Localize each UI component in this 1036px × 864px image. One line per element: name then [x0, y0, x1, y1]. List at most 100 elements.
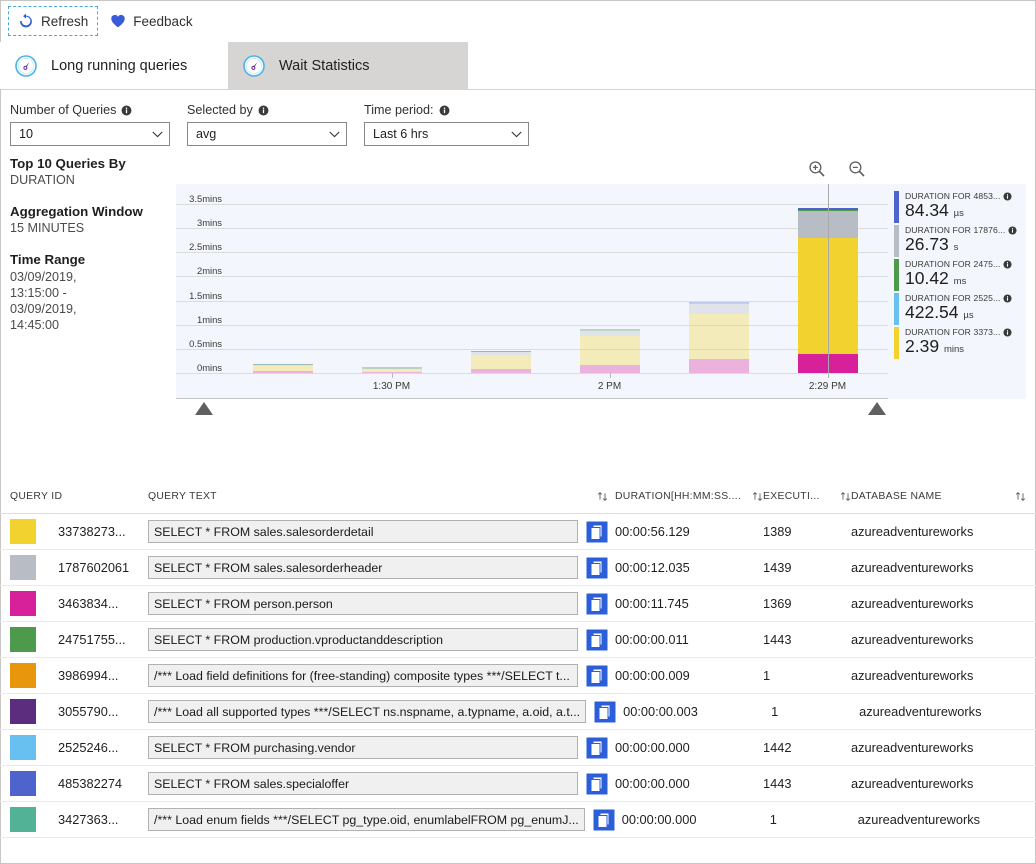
table-row[interactable]: 2525246... SELECT * FROM purchasing.vendo… [0, 730, 1036, 766]
copy-icon[interactable] [593, 809, 615, 831]
query-text-box[interactable]: /*** Load field definitions for (free-st… [148, 664, 578, 687]
cell-duration: 00:00:00.011 [615, 632, 689, 647]
row-color-swatch [10, 519, 36, 544]
table-row[interactable]: 3986994... /*** Load field definitions fo… [0, 658, 1036, 694]
copy-icon[interactable] [586, 521, 608, 543]
legend-value-unit: µs [963, 310, 974, 321]
sort-icon[interactable] [597, 491, 608, 502]
cell-database-name: azureadventureworks [851, 740, 974, 755]
y-axis-tick-label: 0mins [196, 362, 222, 373]
query-text-box[interactable]: /*** Load enum fields ***/SELECT pg_type… [148, 808, 585, 831]
chart-bar[interactable] [579, 329, 640, 373]
chart-plot-area[interactable]: 0mins 0.5mins 1mins 1.5mins 2mins 2.5mins 3min… [176, 184, 888, 399]
row-color-cell [10, 699, 58, 724]
time-range-line2: 13:15:00 - [10, 286, 67, 300]
column-header-query-text[interactable]: QUERY TEXT [148, 491, 608, 502]
chart-title: Top 10 Queries By [10, 156, 126, 171]
legend-value-unit: s [953, 242, 959, 253]
column-label: EXECUTI... [763, 491, 820, 502]
info-icon[interactable] [1003, 327, 1012, 337]
cell-query-id: 3463834... [58, 596, 119, 611]
chart-hover-line [827, 184, 829, 373]
cell-executions: 1442 [763, 740, 792, 755]
query-text-box[interactable]: SELECT * FROM sales.salesorderdetail [148, 520, 578, 543]
legend-item[interactable]: DURATION FOR 4853... 84.34 µs [888, 190, 1026, 224]
chart-bar-segment [688, 359, 749, 373]
column-header-database-name[interactable]: DATABASE NAME [851, 491, 1026, 502]
copy-icon[interactable] [586, 593, 608, 615]
query-text-box[interactable]: SELECT * FROM purchasing.vendor [148, 736, 578, 759]
cell-query-text: SELECT * FROM purchasing.vendor [148, 736, 608, 759]
legend-color-swatch [894, 225, 899, 257]
row-color-cell [10, 555, 58, 580]
cell-executions: 1443 [763, 632, 792, 647]
table-row[interactable]: 485382274 SELECT * FROM sales.specialoffe… [0, 766, 1036, 802]
table-row[interactable]: 3427363... /*** Load enum fields ***/SELE… [0, 802, 1036, 838]
x-axis-tick-label: 2 PM [597, 381, 622, 392]
column-label: QUERY ID [10, 491, 63, 502]
table-row[interactable]: 1787602061 SELECT * FROM sales.salesorder… [0, 550, 1036, 586]
table-row[interactable]: 3055790... /*** Load all supported types … [0, 694, 1036, 730]
copy-icon[interactable] [594, 701, 616, 723]
cell-duration: 00:00:00.000 [615, 740, 690, 755]
copy-icon[interactable] [586, 773, 608, 795]
query-text-box[interactable]: SELECT * FROM person.person [148, 592, 578, 615]
cell-database-name: azureadventureworks [857, 812, 981, 827]
copy-icon[interactable] [586, 665, 608, 687]
chart-range-handle-left[interactable] [195, 402, 213, 415]
chart-gridline [176, 276, 888, 278]
legend-item[interactable]: DURATION FOR 3373... 2.39 mins [888, 326, 1026, 360]
cell-query-text: SELECT * FROM person.person [148, 592, 608, 615]
x-axis-tick-mark [391, 373, 393, 378]
chart-range-handle-right[interactable] [868, 402, 886, 415]
tab-long-running-queries[interactable]: Long running queries [0, 42, 228, 89]
info-icon[interactable] [1003, 191, 1012, 201]
cell-query-text: SELECT * FROM production.vproductanddesc… [148, 628, 608, 651]
legend-value: 2.39 mins [905, 337, 1022, 359]
column-header-executions[interactable]: EXECUTI... [763, 491, 851, 502]
legend-item[interactable]: DURATION FOR 2525... 422.54 µs [888, 292, 1026, 326]
chart-bar[interactable] [252, 363, 313, 373]
chart-x-axis [176, 398, 888, 399]
table-row[interactable]: 3463834... SELECT * FROM person.person 00:… [0, 586, 1036, 622]
legend-value: 26.73 s [905, 235, 1022, 257]
sort-icon[interactable] [840, 491, 851, 502]
cell-duration: 00:00:00.000 [615, 776, 690, 791]
legend-value-number: 10.42 [905, 268, 949, 288]
chart-container: 0mins 0.5mins 1mins 1.5mins 2mins 2.5mins 3min… [176, 161, 1026, 415]
query-text-box[interactable]: SELECT * FROM sales.salesorderheader [148, 556, 578, 579]
legend-item[interactable]: DURATION FOR 17876... 26.73 s [888, 224, 1026, 258]
column-header-duration[interactable]: DURATION[HH:MM:SS.... [608, 491, 763, 502]
time-range-line4: 14:45:00 [10, 318, 60, 332]
legend-item[interactable]: DURATION FOR 2475... 10.42 ms [888, 258, 1026, 292]
table-row[interactable]: 24751755... SELECT * FROM production.vpro… [0, 622, 1036, 658]
chart-bar[interactable] [470, 350, 531, 373]
info-icon[interactable] [1008, 225, 1017, 235]
table-row[interactable]: 33738273... SELECT * FROM sales.salesorde… [0, 514, 1036, 550]
row-color-swatch [10, 735, 36, 760]
chart-bar-segment [579, 335, 640, 365]
row-color-swatch [10, 663, 36, 688]
copy-icon[interactable] [586, 737, 608, 759]
copy-icon[interactable] [586, 557, 608, 579]
zoom-in-icon[interactable] [808, 160, 826, 178]
sort-icon[interactable] [1015, 491, 1026, 502]
cell-query-id: 3427363... [58, 812, 119, 827]
info-icon[interactable] [1003, 293, 1012, 303]
legend-value-unit: µs [953, 208, 964, 219]
tab-wait-statistics[interactable]: Wait Statistics [228, 42, 468, 89]
copy-icon[interactable] [586, 629, 608, 651]
cell-executions: 1369 [763, 596, 792, 611]
tab-label: Long running queries [51, 57, 188, 74]
zoom-out-icon[interactable] [848, 160, 866, 178]
query-text-box[interactable]: /*** Load all supported types ***/SELECT… [148, 700, 587, 723]
chart-gridline [176, 373, 888, 374]
chart-bar[interactable] [688, 302, 749, 373]
x-axis-tick-label: 1:30 PM [372, 381, 411, 392]
query-text-box[interactable]: SELECT * FROM production.vproductanddesc… [148, 628, 578, 651]
sort-icon[interactable] [752, 491, 763, 502]
cell-executions: 1 [769, 812, 777, 827]
y-axis-tick-label: 0.5mins [189, 337, 222, 349]
query-text-box[interactable]: SELECT * FROM sales.specialoffer [148, 772, 578, 795]
info-icon[interactable] [1003, 259, 1012, 269]
